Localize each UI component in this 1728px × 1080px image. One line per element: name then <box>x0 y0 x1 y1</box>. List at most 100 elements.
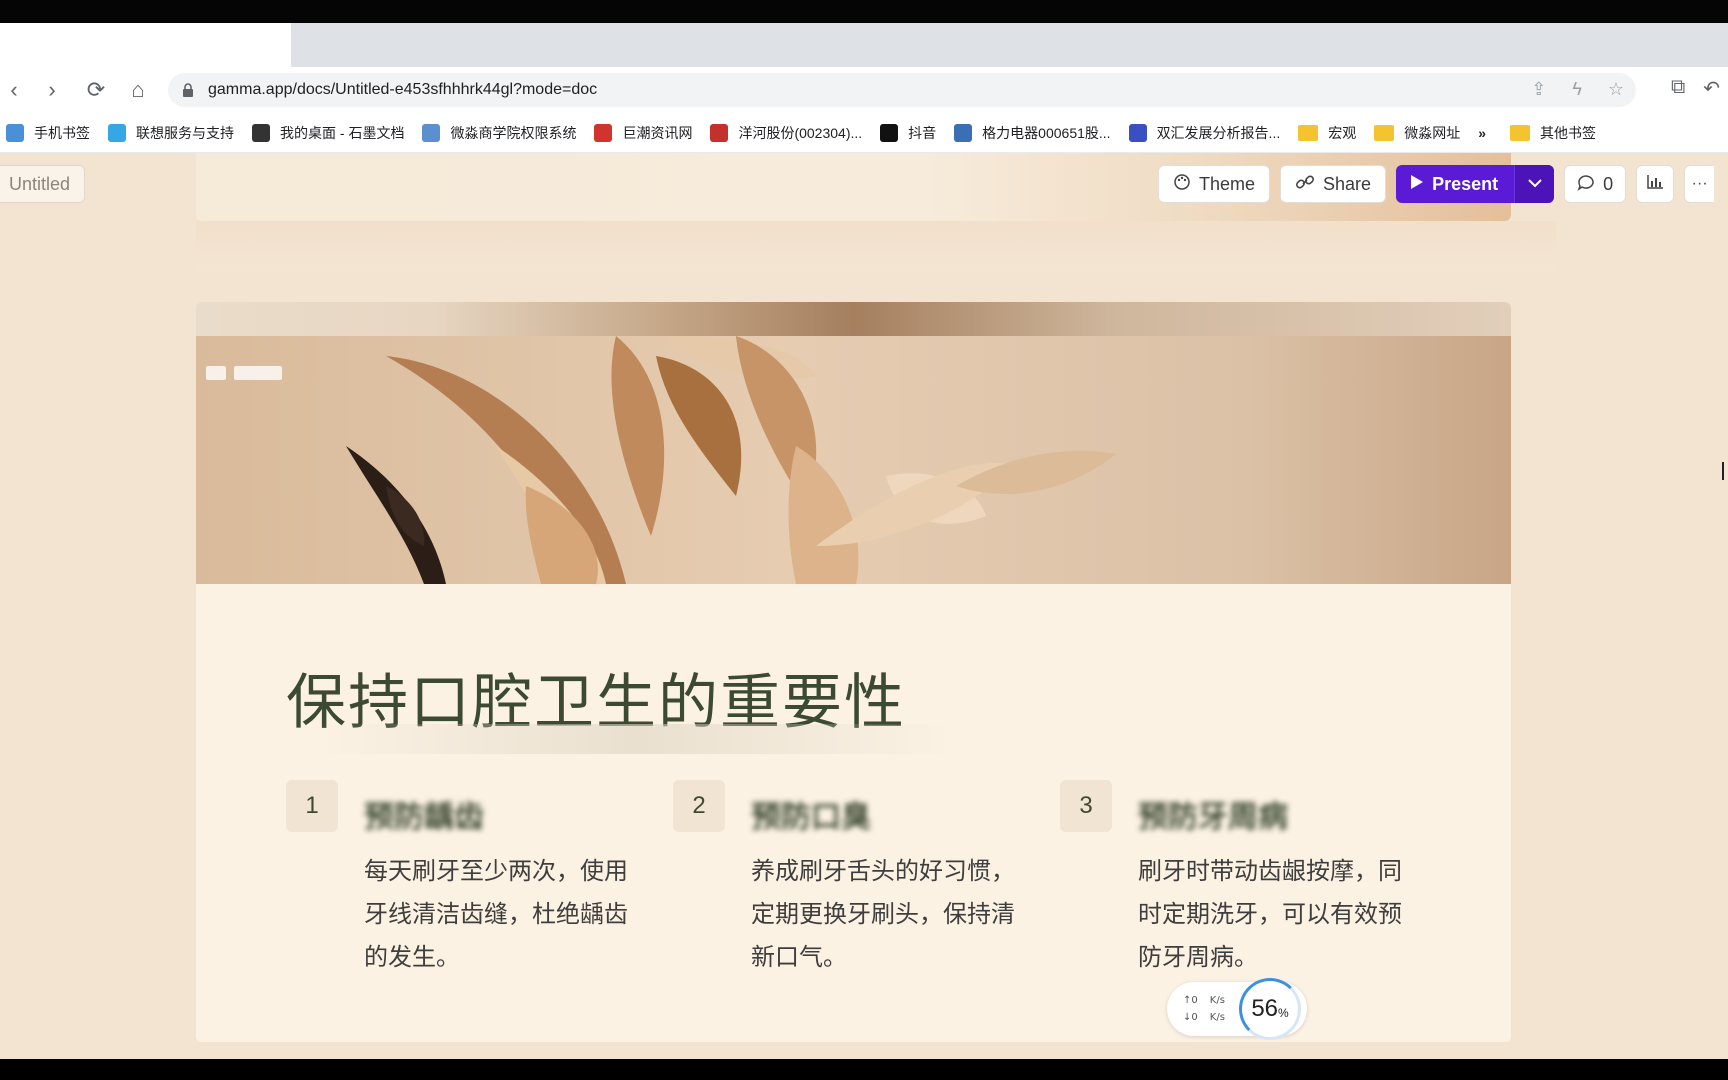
item-text[interactable]: 养成刷牙舌头的好习惯，定期更换牙刷头，保持清新口气。 <box>751 850 1021 979</box>
bookmark-item[interactable]: 双汇发展分析报告... <box>1128 123 1281 143</box>
bookmark-label: 宏观 <box>1328 124 1357 141</box>
card-body: 保持口腔卫生的重要性 1 预防龋齿 每天刷牙至少两次，使用牙线清洁齿缝，杜绝龋齿… <box>196 584 1511 1042</box>
url-bar[interactable]: gamma.app/docs/Untitled-e453sfhhhrk44gl?… <box>168 73 1636 107</box>
gauge-percent: 56 <box>1251 995 1279 1022</box>
item-number: 2 <box>673 780 725 832</box>
lock-icon <box>182 83 196 97</box>
comments-button[interactable]: 0 <box>1564 165 1627 203</box>
favicon-icon <box>422 123 441 142</box>
bookmark-label: 微淼网址 <box>1404 124 1461 141</box>
favicon-icon <box>880 123 899 142</box>
bookmark-star-icon[interactable]: ☆ <box>1608 79 1624 100</box>
present-button[interactable]: Present <box>1396 165 1514 203</box>
gamma-page: Untitled Theme Share Present 0 ··· 保持口腔卫… <box>0 153 1728 1059</box>
share-label: Share <box>1323 173 1372 194</box>
bookmarks-bar: 手机书签 联想服务与支持 我的桌面 - 石墨文档 微淼商学院权限系统 巨潮资讯网 洋河股份… <box>0 113 1728 153</box>
folder-icon <box>1510 124 1531 141</box>
bookmark-label: 格力电器000651股... <box>982 124 1111 141</box>
download-rate: 0 <box>1191 1012 1198 1023</box>
content-card: 保持口腔卫生的重要性 1 预防龋齿 每天刷牙至少两次，使用牙线清洁齿缝，杜绝龋齿… <box>196 302 1511 1042</box>
omnibox-actions: ⇪ ϟ ☆ <box>1531 79 1624 100</box>
download-unit: K/s <box>1209 1012 1225 1023</box>
favicon-icon <box>6 123 24 142</box>
extensions-icon[interactable]: ⧉ <box>1671 76 1685 101</box>
bookmark-item[interactable]: 联想服务与支持 <box>108 123 234 143</box>
item-title[interactable]: 预防牙周病 <box>1138 792 1288 836</box>
favicon-icon <box>1128 123 1147 142</box>
other-bookmarks-folder[interactable]: 其他书签 <box>1510 123 1596 143</box>
bookmark-label: 手机书签 <box>34 124 90 141</box>
share-page-icon[interactable]: ⇪ <box>1531 79 1546 100</box>
palette-icon <box>1173 173 1191 196</box>
bookmark-label: 我的桌面 - 石墨文档 <box>280 124 405 141</box>
back-icon[interactable]: ‹ <box>0 76 28 104</box>
bookmark-item[interactable]: 巨潮资讯网 <box>594 123 692 143</box>
share-button[interactable]: Share <box>1280 165 1387 203</box>
bar-chart-icon <box>1646 174 1664 195</box>
lightning-icon[interactable]: ϟ <box>1572 79 1582 100</box>
bookmark-item[interactable]: 我的桌面 - 石墨文档 <box>252 123 404 143</box>
image-edit-handle[interactable] <box>234 366 282 380</box>
reload-icon[interactable]: ⟳ <box>82 76 110 104</box>
more-icon: ··· <box>1691 175 1708 192</box>
mouse-cursor <box>1722 462 1728 480</box>
comments-count: 0 <box>1603 173 1614 194</box>
address-bar: ‹ › ⟳ ⌂ gamma.app/docs/Untitled-e453sfhh… <box>0 67 1728 113</box>
item-number: 3 <box>1060 780 1112 832</box>
item-title[interactable]: 预防龋齿 <box>364 792 484 836</box>
home-icon[interactable]: ⌂ <box>124 76 152 104</box>
gauge-percent-sign: % <box>1278 1006 1289 1020</box>
favicon-icon <box>954 123 973 142</box>
bookmark-item[interactable]: 洋河股份(002304)... <box>710 123 862 143</box>
bookmark-label: 其他书签 <box>1540 124 1597 141</box>
link-icon <box>1295 173 1315 196</box>
analytics-button[interactable] <box>1636 165 1675 203</box>
folder-icon <box>1298 124 1319 141</box>
bookmark-label: 双汇发展分析报告... <box>1156 124 1281 141</box>
os-top-bar <box>0 0 1728 23</box>
heading-underlay <box>316 724 956 754</box>
forward-icon[interactable]: › <box>38 76 66 104</box>
theme-label: Theme <box>1199 173 1256 194</box>
item-text[interactable]: 刷牙时带动齿龈按摩，同时定期洗牙，可以有效预防牙周病。 <box>1138 850 1408 979</box>
network-speed-widget[interactable]: ↑0 K/s ↓0 K/s 56% <box>1167 978 1307 1040</box>
undo-icon[interactable]: ↶ <box>1703 76 1720 101</box>
os-bottom-bar <box>0 1059 1728 1080</box>
bookmark-label: 抖音 <box>908 124 937 141</box>
bookmark-item[interactable]: 微淼网址 <box>1374 123 1460 143</box>
present-dropdown-button[interactable] <box>1514 165 1555 203</box>
bookmark-item[interactable]: 微淼商学院权限系统 <box>422 123 576 143</box>
more-button[interactable]: ··· <box>1684 165 1715 203</box>
favicon-icon <box>252 123 270 142</box>
card-header-strip <box>196 302 1511 336</box>
item-text[interactable]: 每天刷牙至少两次，使用牙线清洁齿缝，杜绝龋齿的发生。 <box>364 850 634 979</box>
url-text[interactable]: gamma.app/docs/Untitled-e453sfhhhrk44gl?… <box>208 81 597 99</box>
bookmark-label: 巨潮资讯网 <box>622 124 693 141</box>
favicon-icon <box>710 123 729 142</box>
upload-rate: 0 <box>1191 995 1198 1006</box>
favicon-icon <box>594 123 613 142</box>
doc-title: Untitled <box>9 173 71 194</box>
item-number: 1 <box>286 780 338 832</box>
bookmark-item[interactable]: 抖音 <box>880 123 936 143</box>
theme-button[interactable]: Theme <box>1158 165 1271 203</box>
bookmark-label: 洋河股份(002304)... <box>738 124 863 141</box>
network-rates: ↑0 K/s ↓0 K/s <box>1183 995 1225 1023</box>
play-icon <box>1410 174 1424 195</box>
bookmark-item[interactable]: 宏观 <box>1298 123 1356 143</box>
upload-unit: K/s <box>1209 995 1225 1006</box>
chevron-down-icon <box>1527 175 1542 193</box>
bookmark-label: 联想服务与支持 <box>136 124 234 141</box>
bookmark-item[interactable]: 格力电器000651股... <box>954 123 1111 143</box>
comment-icon <box>1577 173 1595 196</box>
tab-active[interactable] <box>0 23 291 67</box>
bookmark-item[interactable]: 手机书签 <box>6 123 90 143</box>
more-bookmarks-button[interactable]: » <box>1478 125 1486 141</box>
tab-strip-background <box>291 23 1728 67</box>
page-blur-strip <box>196 221 1556 273</box>
doc-title-button[interactable]: Untitled <box>0 165 86 203</box>
item-title[interactable]: 预防口臭 <box>751 792 871 836</box>
present-label: Present <box>1432 173 1499 194</box>
drag-handle[interactable] <box>206 366 226 380</box>
present-button-group: Present <box>1396 165 1555 203</box>
